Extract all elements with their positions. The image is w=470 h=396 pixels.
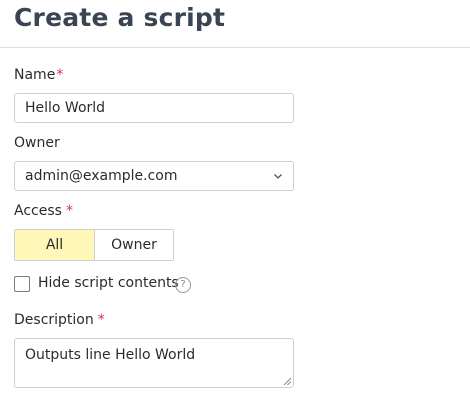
- owner-select[interactable]: admin@example.com: [14, 161, 294, 191]
- page-title: Create a script: [14, 3, 226, 32]
- chevron-down-icon: [274, 174, 282, 179]
- description-required-mark: *: [97, 312, 105, 328]
- name-field[interactable]: Hello World: [14, 93, 294, 123]
- access-label-text: Access: [14, 203, 62, 219]
- description-textarea[interactable]: Outputs line Hello World: [14, 338, 294, 388]
- description-label: Description *: [14, 312, 105, 328]
- description-value: Outputs line Hello World: [25, 347, 196, 363]
- name-field-value: Hello World: [25, 100, 106, 116]
- access-option-all[interactable]: All: [15, 230, 95, 260]
- access-toggle: All Owner: [14, 229, 174, 261]
- access-required-mark: *: [65, 203, 73, 219]
- access-option-owner[interactable]: Owner: [95, 230, 173, 260]
- hide-contents-label: Hide script contents: [38, 275, 179, 291]
- name-required-mark: *: [56, 67, 64, 83]
- hide-contents-checkbox[interactable]: [14, 276, 30, 292]
- resize-grip-icon[interactable]: [283, 377, 292, 386]
- description-label-text: Description: [14, 312, 94, 328]
- page-header: Create a script: [0, 0, 470, 48]
- name-label-text: Name: [14, 67, 56, 83]
- access-label: Access *: [14, 203, 73, 219]
- help-icon[interactable]: ?: [175, 277, 191, 293]
- name-label: Name*: [14, 67, 63, 83]
- owner-select-value: admin@example.com: [25, 168, 178, 184]
- owner-label: Owner: [14, 135, 60, 151]
